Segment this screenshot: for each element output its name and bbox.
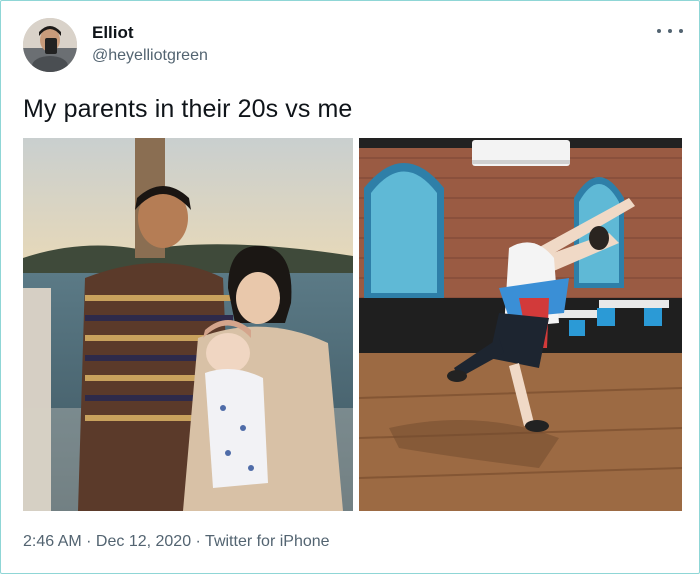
separator: · [81, 533, 96, 550]
tweet-text: My parents in their 20s vs me [23, 95, 353, 123]
tweet-date[interactable]: Dec 12, 2020 [96, 533, 191, 550]
more-horizontal-icon[interactable] [657, 23, 683, 39]
separator: · [191, 533, 206, 550]
avatar[interactable] [23, 18, 77, 72]
tweet-metadata: 2:46 AM · Dec 12, 2020 · Twitter for iPh… [23, 533, 330, 551]
tweet-photo-parents[interactable] [23, 138, 353, 511]
tweet-time[interactable]: 2:46 AM [23, 533, 82, 550]
author-name[interactable]: Elliot [92, 23, 134, 43]
author-handle[interactable]: @heyelliotgreen [92, 47, 208, 65]
tweet-source[interactable]: Twitter for iPhone [205, 533, 330, 550]
tweet-card: Elliot @heyelliotgreen My parents in the… [0, 0, 700, 574]
tweet-photo-me[interactable] [359, 138, 682, 511]
